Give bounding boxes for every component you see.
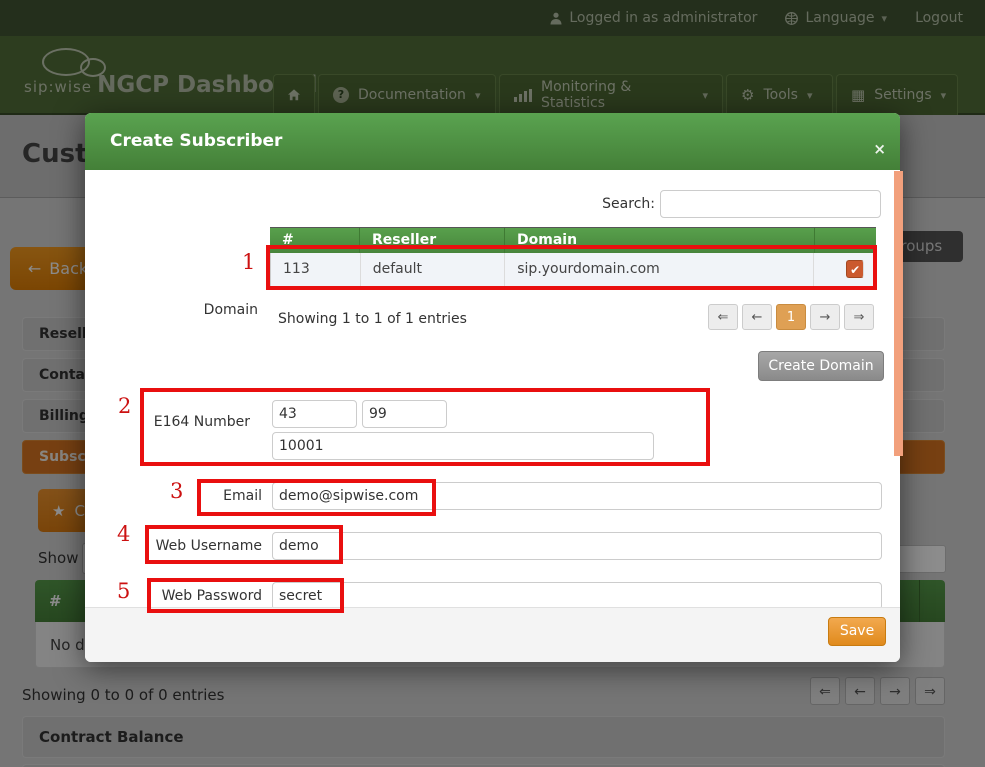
modal-header: Create Subscriber × — [85, 113, 900, 170]
domain-search-input[interactable] — [660, 190, 881, 218]
web-password-input[interactable] — [272, 582, 882, 610]
highlight-strip — [894, 171, 903, 456]
pagination-last-button[interactable]: ⇒ — [844, 304, 874, 330]
annotation-number-1: 1 — [242, 250, 255, 274]
annotation-box-5 — [147, 578, 344, 613]
web-username-input[interactable] — [272, 532, 882, 560]
modal-footer: Save — [85, 607, 900, 662]
modal-title: Create Subscriber — [110, 131, 282, 151]
domain-entries-info: Showing 1 to 1 of 1 entries — [278, 311, 467, 327]
annotation-box-1 — [266, 245, 877, 290]
close-icon[interactable]: × — [873, 121, 886, 178]
annotation-box-4 — [145, 525, 343, 564]
create-domain-button[interactable]: Create Domain — [758, 351, 884, 381]
save-button[interactable]: Save — [828, 617, 886, 646]
annotation-number-4: 4 — [117, 522, 130, 546]
annotation-number-3: 3 — [170, 479, 183, 503]
domain-pagination: ⇐ ← 1 → ⇒ — [708, 304, 874, 330]
pagination-next-button[interactable]: → — [810, 304, 840, 330]
app-window: Logged in as administrator Language ▾ Lo… — [0, 0, 985, 767]
pagination-page-1-button[interactable]: 1 — [776, 304, 806, 330]
annotation-number-2: 2 — [118, 394, 131, 418]
annotation-box-3 — [197, 479, 436, 516]
annotation-number-5: 5 — [117, 579, 130, 603]
domain-search-label: Search: — [565, 196, 655, 212]
pagination-first-button[interactable]: ⇐ — [708, 304, 738, 330]
pagination-prev-button[interactable]: ← — [742, 304, 772, 330]
annotation-box-2 — [140, 388, 710, 466]
domain-field-label: Domain — [85, 302, 258, 318]
